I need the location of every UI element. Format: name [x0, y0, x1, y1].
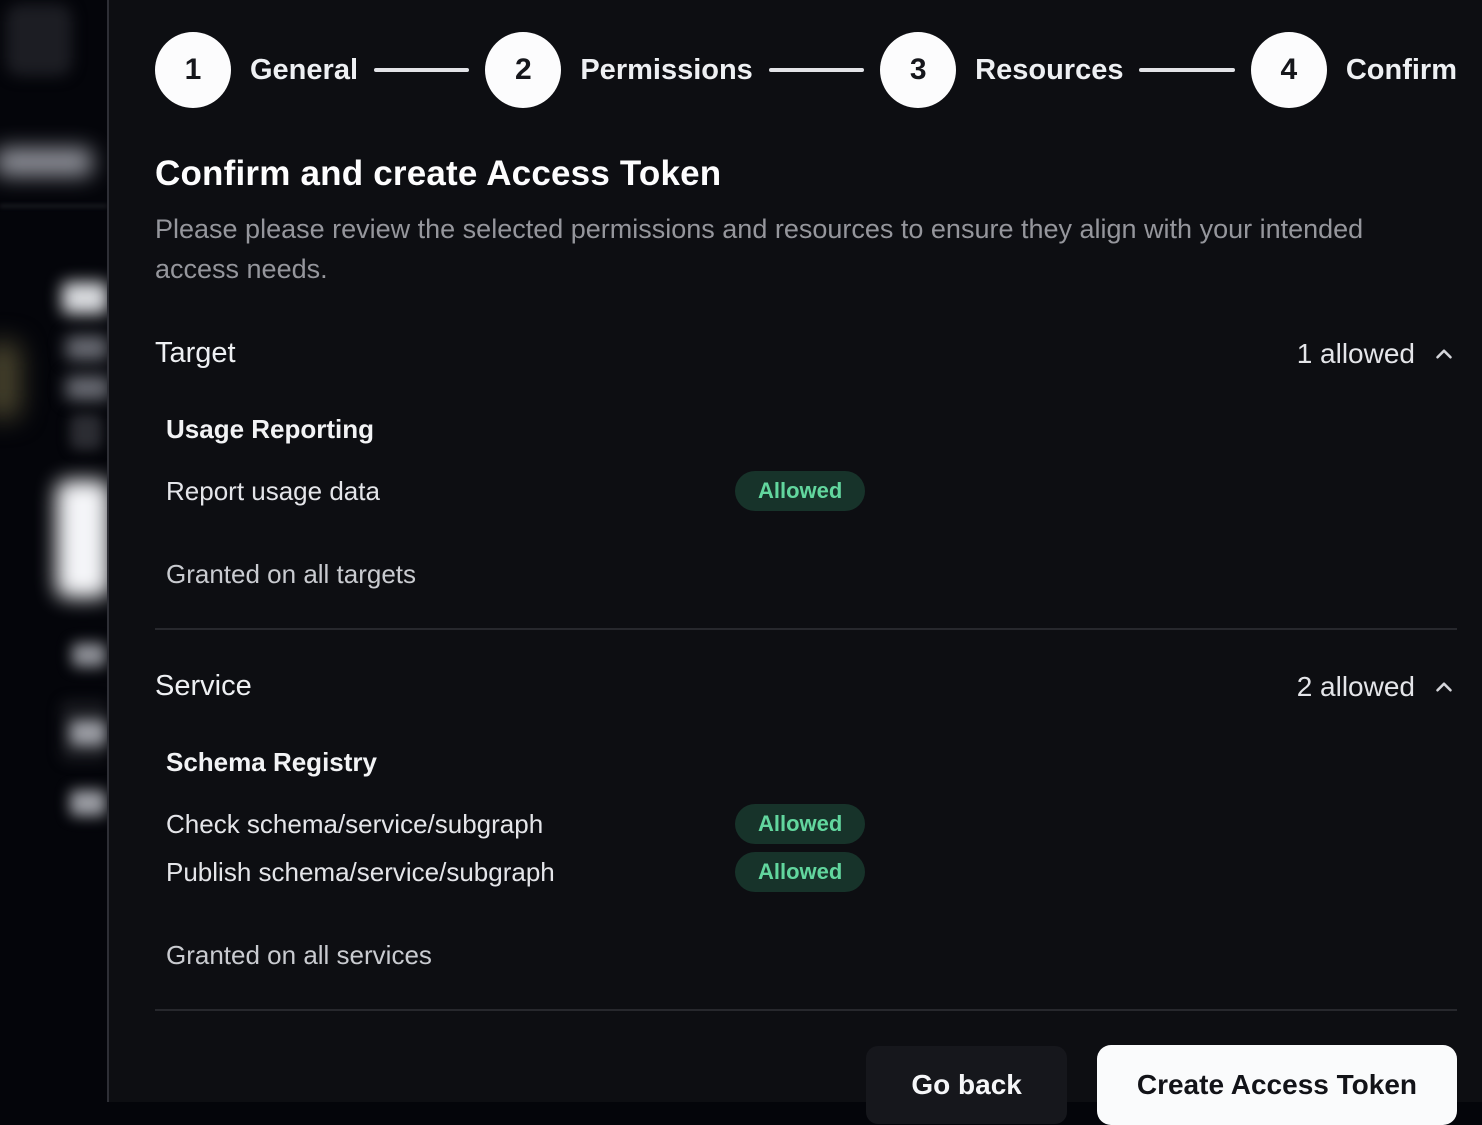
permission-label: Publish schema/service/subgraph [166, 857, 735, 888]
section-title: Target [155, 337, 236, 370]
blurred-tile [6, 4, 72, 76]
step-connector-line [769, 68, 864, 72]
section-divider [155, 628, 1457, 630]
go-back-button[interactable]: Go back [866, 1046, 1066, 1124]
page-title: Confirm and create Access Token [155, 154, 1457, 194]
status-badge-allowed: Allowed [735, 852, 865, 892]
step-number-circle: 4 [1251, 32, 1327, 108]
footer-divider [155, 1009, 1457, 1011]
blurred-text [70, 720, 106, 746]
section-header-service: Service 2 allowed [155, 670, 1457, 703]
service-collapse-toggle[interactable]: 2 allowed [1297, 671, 1457, 703]
permission-label: Report usage data [166, 476, 735, 507]
create-access-token-modal: 1 General 2 Permissions 3 Resources 4 Co… [107, 0, 1482, 1102]
chevron-up-icon [1431, 674, 1457, 700]
blurred-icon [70, 414, 102, 450]
permission-group-title: Usage Reporting [166, 414, 1457, 445]
permission-row: Report usage data Allowed [166, 467, 1457, 515]
section-title: Service [155, 670, 252, 703]
status-badge-allowed: Allowed [735, 471, 865, 511]
permission-row: Publish schema/service/subgraph Allowed [166, 848, 1457, 896]
permission-label: Check schema/service/subgraph [166, 809, 735, 840]
step-resources[interactable]: 3 Resources [880, 32, 1123, 108]
step-permissions[interactable]: 2 Permissions [485, 32, 752, 108]
step-number-circle: 1 [155, 32, 231, 108]
step-label: General [250, 54, 358, 87]
status-badge-allowed: Allowed [735, 804, 865, 844]
wizard-stepper: 1 General 2 Permissions 3 Resources 4 Co… [155, 32, 1457, 108]
blurred-white-card [56, 480, 107, 598]
modal-footer: Go back Create Access Token [155, 1045, 1457, 1125]
blurred-heading [62, 282, 107, 314]
page-description: Please please review the selected permis… [155, 209, 1385, 289]
target-collapse-toggle[interactable]: 1 allowed [1297, 338, 1457, 370]
blurred-accent-blob [0, 342, 20, 418]
step-connector-line [1139, 68, 1234, 72]
chevron-up-icon [1431, 341, 1457, 367]
blurred-text [0, 148, 92, 176]
create-access-token-button[interactable]: Create Access Token [1097, 1045, 1457, 1125]
step-confirm[interactable]: 4 Confirm [1251, 32, 1457, 108]
blurred-text [70, 790, 106, 816]
granted-note: Granted on all services [166, 940, 1457, 971]
step-label: Resources [975, 54, 1123, 87]
blurred-text [66, 336, 107, 360]
step-label: Confirm [1346, 54, 1457, 87]
permission-group-title: Schema Registry [166, 747, 1457, 778]
permission-row: Check schema/service/subgraph Allowed [166, 800, 1457, 848]
blurred-text [72, 643, 106, 667]
step-general[interactable]: 1 General [155, 32, 358, 108]
step-number-circle: 3 [880, 32, 956, 108]
background-page-blurred [0, 0, 107, 1102]
allowed-count: 2 allowed [1297, 671, 1415, 703]
blurred-divider [0, 205, 107, 207]
step-number-circle: 2 [485, 32, 561, 108]
step-label: Permissions [580, 54, 752, 87]
section-header-target: Target 1 allowed [155, 337, 1457, 370]
step-connector-line [374, 68, 469, 72]
allowed-count: 1 allowed [1297, 338, 1415, 370]
blurred-text [66, 376, 107, 400]
granted-note: Granted on all targets [166, 559, 1457, 590]
